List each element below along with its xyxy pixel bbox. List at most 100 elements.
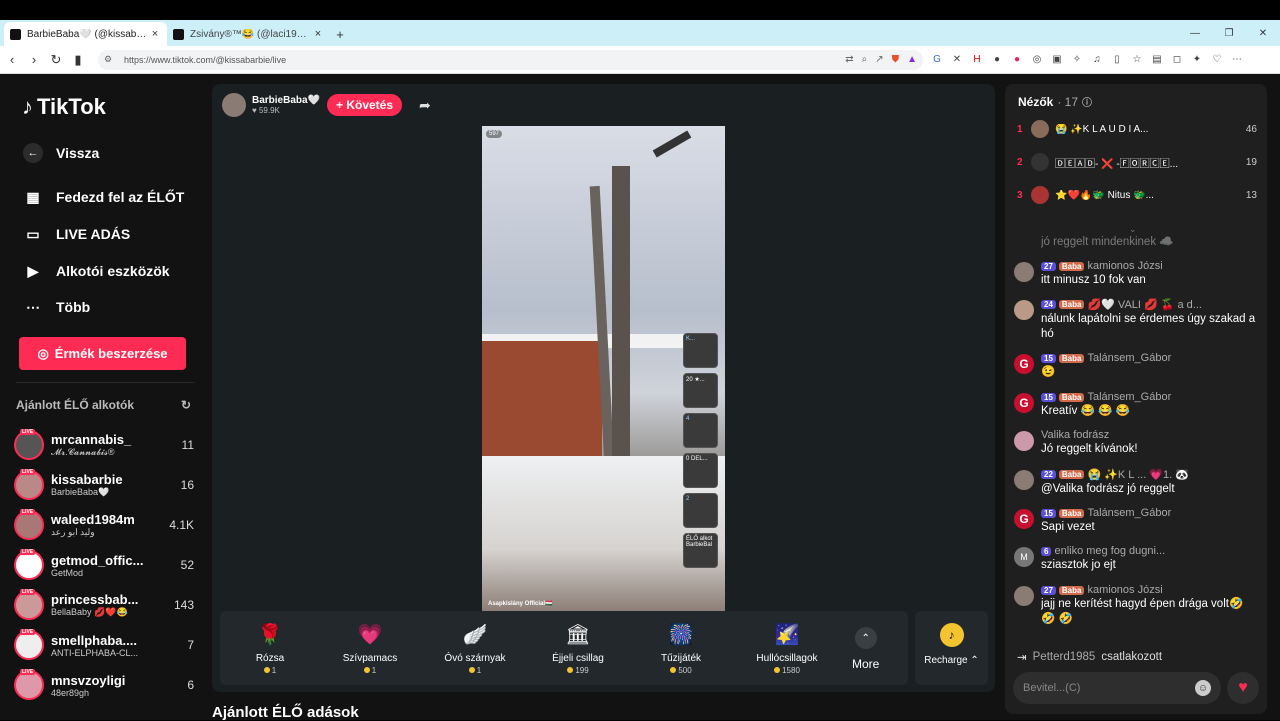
- extension-hls-icon[interactable]: H: [971, 54, 983, 65]
- new-tab-button[interactable]: +: [330, 22, 350, 46]
- creator-item[interactable]: LIVE smellphaba.... ANTI-ELPHABA-CL... 7: [14, 627, 194, 663]
- back-icon[interactable]: ‹: [2, 50, 22, 70]
- avatar[interactable]: [1014, 586, 1034, 606]
- forward-icon[interactable]: ›: [24, 50, 44, 70]
- extension-video-icon[interactable]: ●: [991, 54, 1003, 65]
- like-heart-button[interactable]: ♥: [1227, 672, 1259, 704]
- message-user[interactable]: Talánsem_Gábor: [1087, 352, 1171, 364]
- tab-barbiebaba[interactable]: BarbieBaba🤍 (@kissabarbie) ×: [4, 22, 167, 46]
- heart-puff-icon: 💗: [357, 623, 383, 646]
- reload-icon[interactable]: ↻: [46, 50, 66, 70]
- message-user[interactable]: Talánsem_Gábor: [1087, 507, 1171, 519]
- guest-tile[interactable]: 4: [683, 413, 718, 448]
- creator-name: kissabarbie: [51, 472, 123, 487]
- extension-puzzle-icon[interactable]: ✧: [1071, 54, 1083, 65]
- zoom-icon[interactable]: ⌕: [862, 54, 868, 65]
- avatar[interactable]: [1014, 262, 1034, 282]
- message-user[interactable]: Talánsem_Gábor: [1087, 391, 1171, 403]
- extension-screenshot-icon[interactable]: ◎: [1031, 54, 1043, 65]
- minimize-icon[interactable]: —: [1178, 20, 1212, 46]
- gift-item[interactable]: 🏛 Éjjeli csillag 199: [528, 611, 628, 685]
- guest-tile[interactable]: K...: [683, 333, 718, 368]
- extension-translate-icon[interactable]: G: [931, 54, 943, 65]
- extension-box-icon[interactable]: ▣: [1051, 54, 1063, 65]
- top-viewer-row[interactable]: 2 🄳🄴🄰🄳- ❌ -🄵🄾🅁🄲🄴... 19: [1017, 151, 1257, 173]
- settings-menu-icon[interactable]: ⋯: [1231, 54, 1243, 65]
- sidebar-item-more[interactable]: ⋯ Több: [22, 296, 90, 318]
- message-user[interactable]: kamionos Józsi: [1087, 584, 1162, 596]
- sidebar-icon[interactable]: ▯: [1111, 54, 1123, 65]
- avatar[interactable]: G: [1014, 393, 1034, 413]
- browser-essentials-icon[interactable]: ♡: [1211, 54, 1223, 65]
- tab-close-icon[interactable]: ×: [149, 28, 161, 40]
- gift-item[interactable]: 🌹 Rózsa 1: [220, 611, 320, 685]
- follow-button[interactable]: + Követés: [327, 94, 402, 116]
- creator-item[interactable]: LIVE waleed1984m وليد ابو رعد 4.1K: [14, 507, 194, 543]
- host-info[interactable]: BarbieBaba🤍 ♥ 59.9K: [222, 93, 320, 117]
- share-icon[interactable]: ➦: [419, 97, 431, 114]
- message-user[interactable]: Valika fodrász: [1041, 429, 1109, 441]
- translate-icon[interactable]: ⇄: [845, 54, 853, 65]
- avatar[interactable]: G: [1014, 509, 1034, 529]
- collections-icon[interactable]: ▤: [1151, 54, 1163, 65]
- creator-item[interactable]: LIVE mrcannabis_ 𝓜𝓻.𝓒𝓪𝓷𝓷𝓪𝓫𝓲𝓼® 11: [14, 427, 194, 463]
- host-avatar[interactable]: [222, 93, 246, 117]
- extension-tools-icon[interactable]: ✕: [951, 54, 963, 65]
- guest-tile[interactable]: ÉLŐ alkot BarbieBal: [683, 533, 718, 568]
- message-user[interactable]: 😭 ✨K L ... 💗1. 🐼: [1087, 468, 1188, 481]
- restore-icon[interactable]: ❐: [1212, 20, 1246, 46]
- creator-item[interactable]: LIVE getmod_offic... GetMod 52: [14, 547, 194, 583]
- creator-item[interactable]: LIVE kissabarbie BarbieBaba🤍 16: [14, 467, 194, 503]
- recharge-button[interactable]: ♪ Recharge ⌃: [915, 611, 988, 685]
- guest-tile[interactable]: 20 ★...: [683, 373, 718, 408]
- bookmark-icon[interactable]: ▮: [68, 50, 88, 70]
- joined-user[interactable]: Petterd1985: [1033, 651, 1096, 663]
- chat-message: 22 Baba 😭 ✨K L ... 💗1. 🐼 @Valika fodrász j…: [1014, 468, 1260, 497]
- tab-close-icon[interactable]: ×: [312, 28, 324, 40]
- music-icon[interactable]: ♫: [1091, 54, 1103, 65]
- site-settings-icon[interactable]: ⚙: [104, 54, 116, 65]
- avatar[interactable]: G: [1014, 354, 1034, 374]
- avatar[interactable]: [1014, 470, 1034, 490]
- message-user[interactable]: 💋🤍 VALI 💋 🍒 a d...: [1087, 298, 1202, 311]
- avatar[interactable]: M: [1014, 547, 1034, 567]
- emoji-icon[interactable]: ☺: [1195, 680, 1211, 696]
- gift-item[interactable]: 💗 Szívpamacs 1: [320, 611, 420, 685]
- sidebar-item-creator-tools[interactable]: ▶ Alkotói eszközök: [22, 260, 170, 282]
- creator-item[interactable]: LIVE princessbab... BellaBaby 💋❤️😂 143: [14, 587, 194, 623]
- top-viewer-row[interactable]: 1 😭 ✨K L A U D I A... 46: [1017, 118, 1257, 140]
- gift-item[interactable]: 🎆 Tűzijáték 500: [631, 611, 731, 685]
- wallet-icon[interactable]: ◻: [1171, 54, 1183, 65]
- sidebar-item-explore-live[interactable]: ▦ Fedezd fel az ÉLŐT: [22, 186, 184, 208]
- close-window-icon[interactable]: ✕: [1246, 20, 1280, 46]
- tab-zsivany[interactable]: Zsivány®™😂 (@laci1918) ÉLŐ adás ×: [167, 22, 330, 46]
- top-viewer-row[interactable]: 3 ⭐❤️🔥🐲 Nitus 🐲... 13: [1017, 184, 1257, 206]
- tiktok-logo[interactable]: ♪ TikTok: [22, 94, 106, 120]
- copilot-icon[interactable]: ✦: [1191, 54, 1203, 65]
- gift-item[interactable]: 🌠 Hullócsillagok 1580: [737, 611, 837, 685]
- message-user[interactable]: enliko meg fog dugni...: [1054, 545, 1165, 557]
- avatar[interactable]: [1014, 300, 1034, 320]
- rewards-icon[interactable]: ▲: [907, 54, 917, 65]
- shield-icon[interactable]: ⛊: [892, 54, 900, 65]
- share-page-icon[interactable]: ↗: [875, 54, 883, 65]
- extension-color-icon[interactable]: ●: [1011, 54, 1023, 65]
- viewers-header[interactable]: Nézők · 17 ⓘ: [1018, 94, 1092, 110]
- level-badge: 6: [1041, 546, 1052, 556]
- back-link[interactable]: ← Vissza: [22, 142, 99, 164]
- creator-nickname: BarbieBaba🤍: [51, 487, 110, 497]
- guest-tile[interactable]: 2: [683, 493, 718, 528]
- sidebar-item-live-studio[interactable]: ▭ LIVE ADÁS: [22, 223, 130, 245]
- refresh-icon[interactable]: ↻: [181, 398, 191, 412]
- gift-item[interactable]: 🪽 Óvó szárnyak 1: [425, 611, 525, 685]
- chat-input[interactable]: Bevitel...(C) ☺: [1013, 672, 1221, 704]
- message-user[interactable]: kamionos Józsi: [1087, 260, 1162, 272]
- guest-tile[interactable]: 0 DEL...: [683, 453, 718, 488]
- more-gifts-button[interactable]: ⌃ More: [852, 627, 879, 671]
- avatar[interactable]: [1014, 431, 1034, 451]
- info-icon[interactable]: ⓘ: [1082, 94, 1092, 109]
- get-coins-button[interactable]: ◎ Érmék beszerzése: [19, 337, 186, 370]
- url-field[interactable]: ⚙ https://www.tiktok.com/@kissabarbie/li…: [98, 49, 923, 70]
- creator-item[interactable]: LIVE mnsvzoyligi 48er89gh 6: [14, 667, 194, 703]
- favorites-icon[interactable]: ☆: [1131, 54, 1143, 65]
